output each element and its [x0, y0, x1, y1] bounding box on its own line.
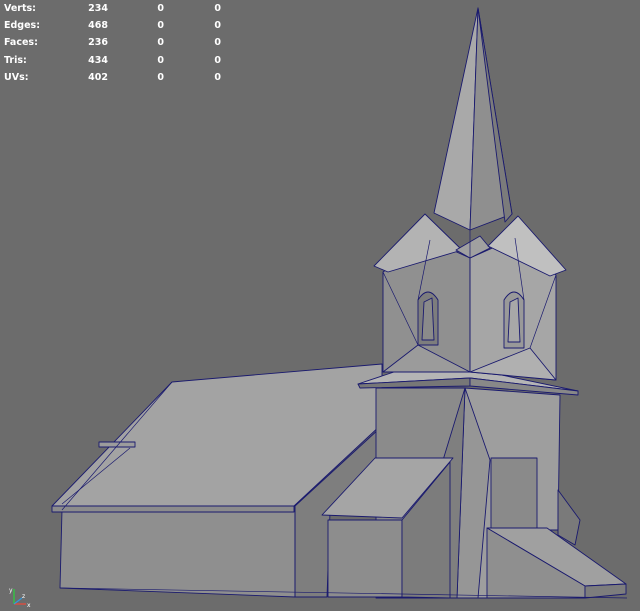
- church-model[interactable]: [0, 0, 640, 611]
- nave-front-wall: [59, 505, 296, 598]
- axis-x-label: x: [27, 602, 31, 609]
- axis-y-label: y: [9, 587, 13, 594]
- belfry-window-inner: [421, 297, 435, 341]
- tower-door: [490, 457, 538, 531]
- axis-z-label: z: [22, 593, 25, 600]
- porch-right-side: [584, 583, 627, 599]
- 3d-viewport[interactable]: Verts: 234 0 0 Edges: 468 0 0 Faces: 236…: [0, 0, 640, 611]
- belfry-window-inner: [507, 297, 521, 343]
- tower-side-wall: [557, 489, 581, 546]
- porch-left-wall: [327, 519, 403, 598]
- nave-roof-fascia: [51, 505, 295, 513]
- axis-gizmo: y x z: [9, 587, 31, 609]
